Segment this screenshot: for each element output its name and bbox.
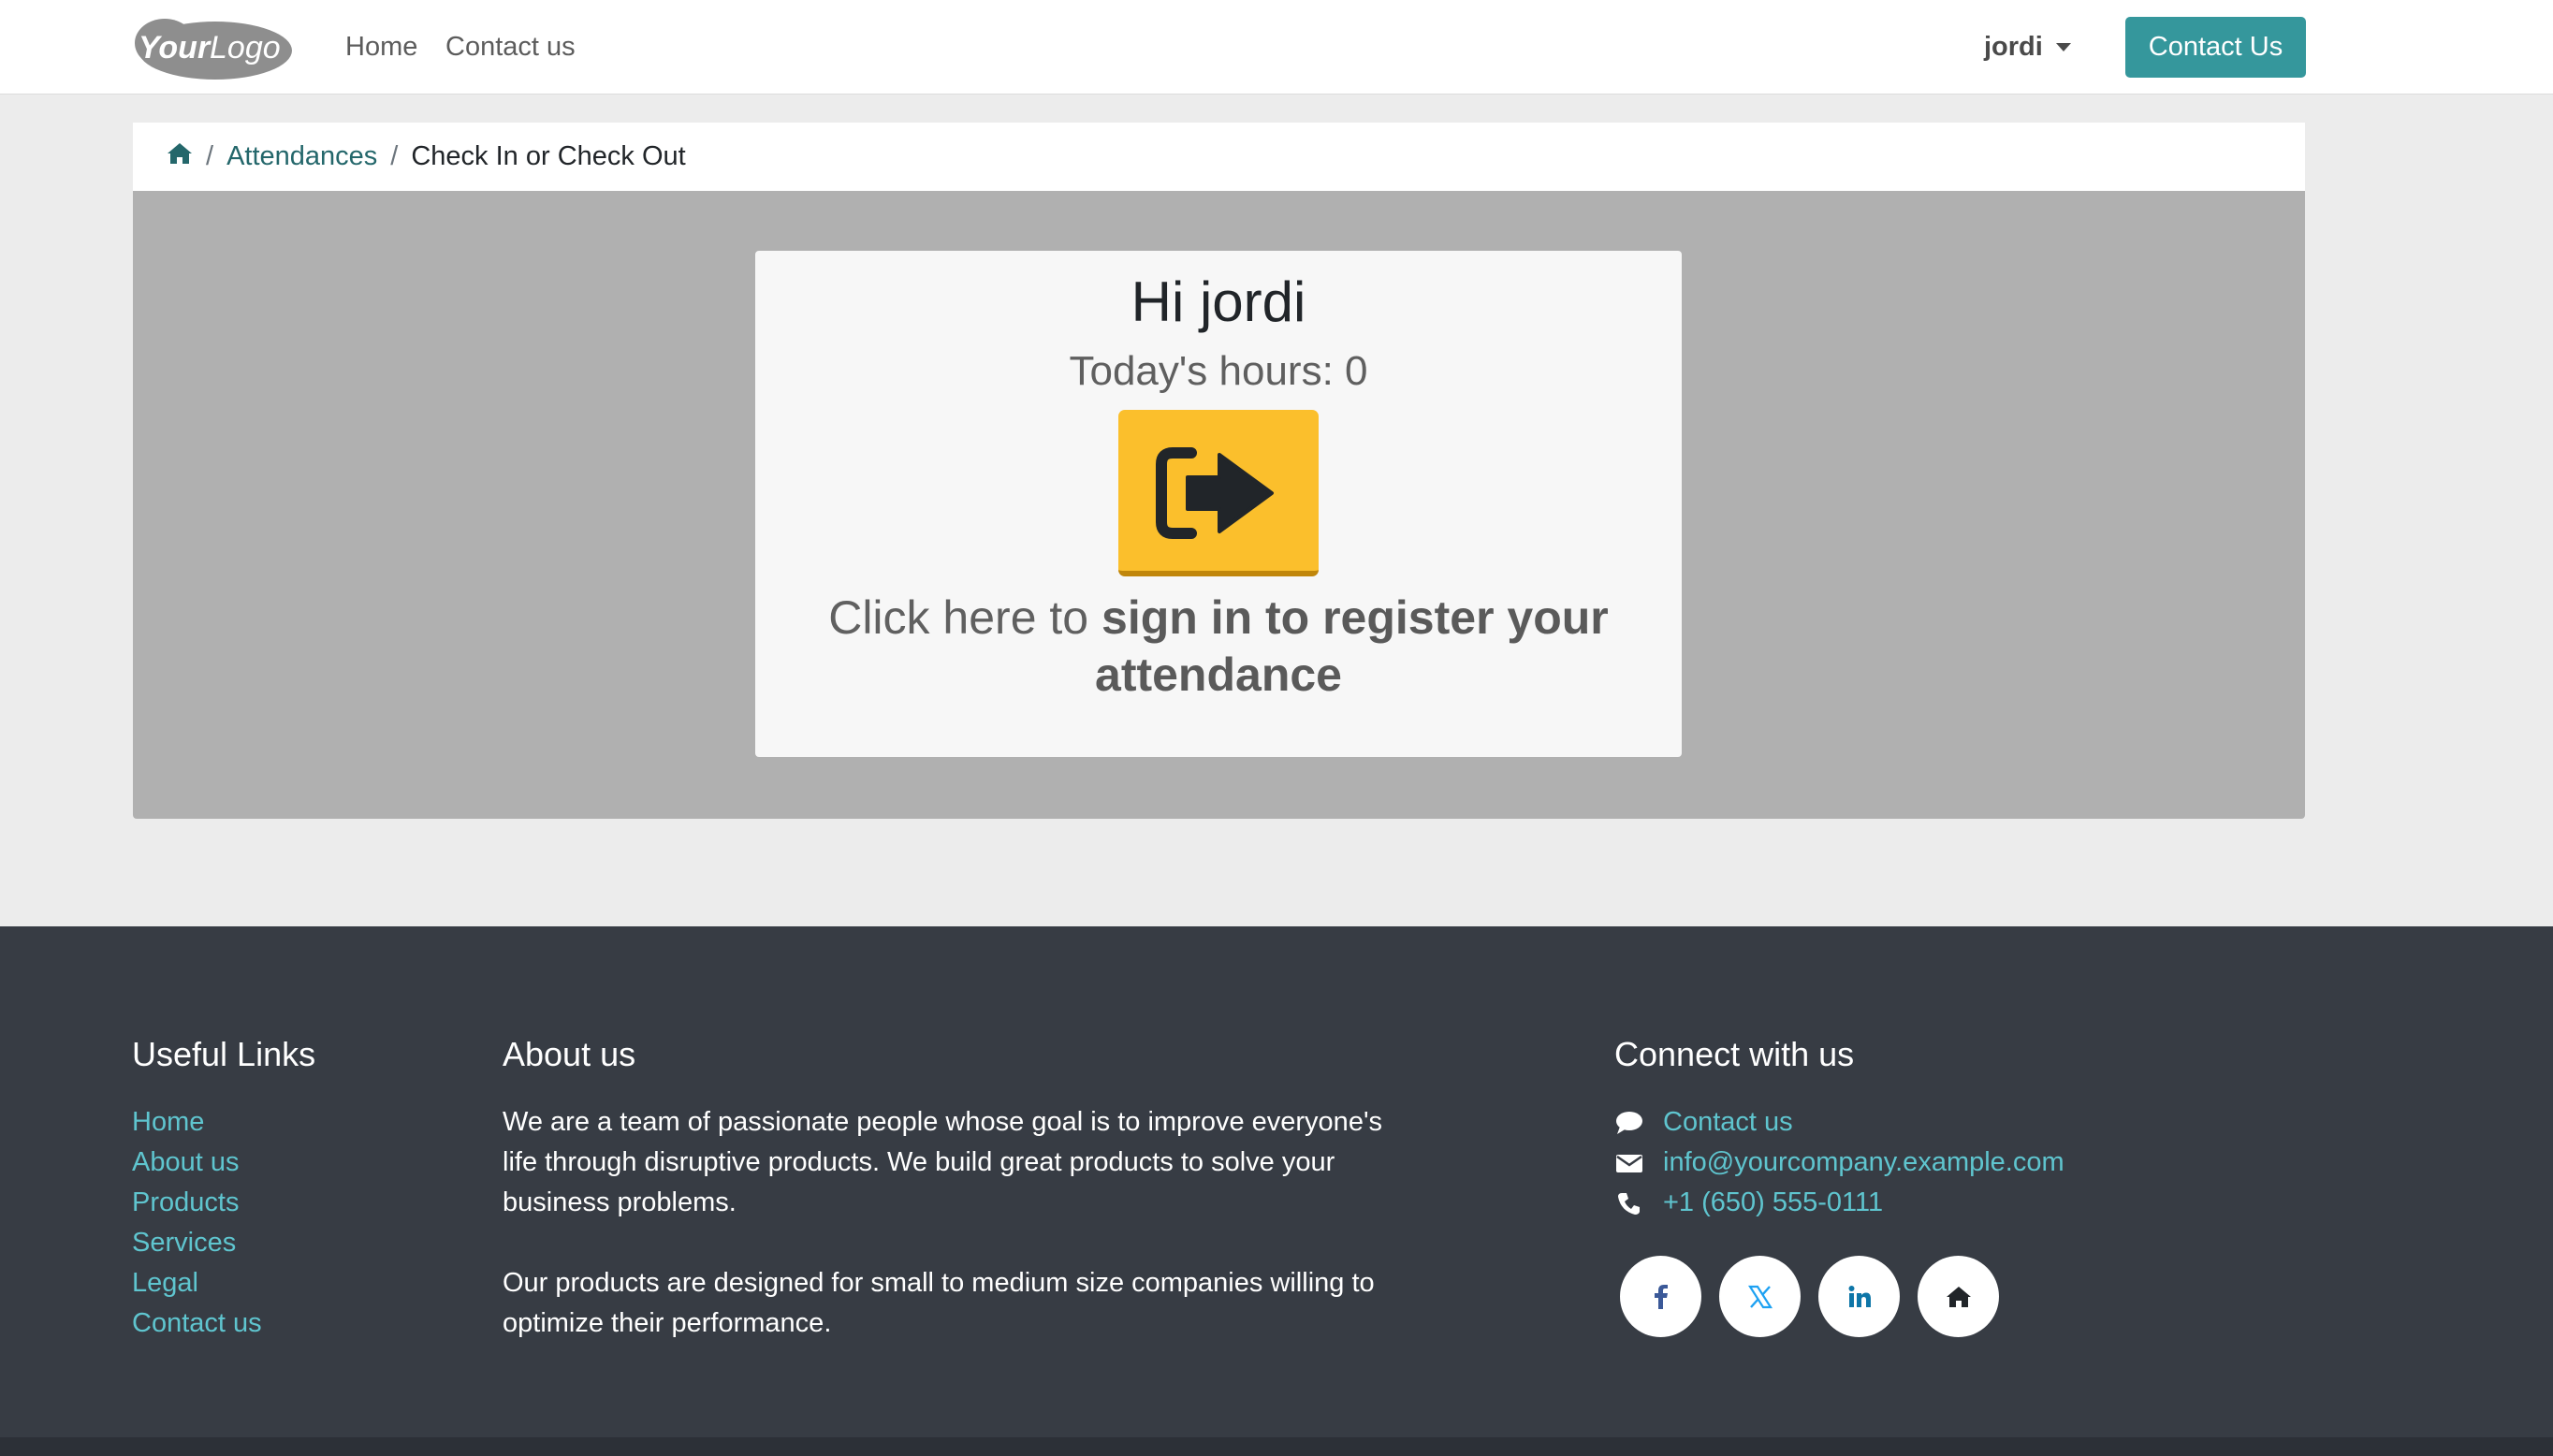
contact-us-link[interactable]: Contact us [1663, 1102, 1793, 1143]
footer-link-products[interactable]: Products [132, 1183, 262, 1223]
home-page-link[interactable] [1918, 1256, 1999, 1337]
footer-link-about[interactable]: About us [132, 1143, 262, 1183]
instruction-action: sign in to register your attendance [1095, 591, 1609, 701]
contact-list: Contact us info@yourcompany.example.com … [1614, 1102, 2064, 1223]
linkedin-icon [1848, 1285, 1871, 1307]
facebook-icon [1654, 1284, 1668, 1309]
attendance-card: Hi jordi Today's hours: 0 Click here to … [755, 251, 1682, 757]
about-paragraph: We are a team of passionate people whose… [503, 1107, 1382, 1217]
breadcrumb-separator: / [390, 141, 399, 171]
about-us-heading: About us [503, 1035, 636, 1073]
home-icon[interactable] [167, 141, 193, 173]
nav-home-link[interactable]: Home [345, 28, 417, 66]
x-twitter-link[interactable] [1719, 1256, 1801, 1337]
useful-links-heading: Useful Links [132, 1035, 316, 1073]
footer-link-contact[interactable]: Contact us [132, 1303, 262, 1344]
nav-contact-link[interactable]: Contact us [445, 28, 576, 66]
sign-in-icon [1156, 447, 1274, 539]
site-footer: Useful Links Home About us Products Serv… [0, 926, 2553, 1437]
company-logo[interactable]: Your Logo [131, 15, 292, 80]
check-in-instruction[interactable]: Click here to sign in to register your a… [811, 590, 1626, 704]
facebook-link[interactable] [1620, 1256, 1701, 1337]
breadcrumb: / Attendances / Check In or Check Out [133, 123, 2305, 191]
contact-item[interactable]: Contact us [1614, 1102, 2064, 1143]
footer-link-legal[interactable]: Legal [132, 1263, 262, 1303]
useful-links-list: Home About us Products Services Legal Co… [132, 1102, 262, 1344]
todays-hours: Today's hours: 0 [1069, 348, 1368, 394]
about-paragraph: Our products are designed for small to m… [503, 1268, 1375, 1338]
footer-link-services[interactable]: Services [132, 1223, 262, 1263]
home-icon [1946, 1286, 1971, 1307]
envelope-icon [1616, 1154, 1642, 1172]
check-in-button[interactable] [1118, 410, 1319, 576]
email-link[interactable]: info@yourcompany.example.com [1663, 1143, 2064, 1183]
contact-item[interactable]: +1 (650) 555-0111 [1614, 1183, 2064, 1223]
caret-down-icon [2055, 42, 2071, 51]
greeting-title: Hi jordi [1131, 270, 1306, 333]
x-twitter-icon [1747, 1285, 1773, 1308]
phone-icon [1618, 1192, 1640, 1215]
footer-bottom-bar [0, 1437, 2553, 1456]
about-us-text: We are a team of passionate people whose… [503, 1102, 1382, 1344]
breadcrumb-current: Check In or Check Out [411, 141, 686, 171]
social-links [1620, 1256, 2017, 1337]
linkedin-link[interactable] [1818, 1256, 1900, 1337]
connect-heading: Connect with us [1614, 1035, 1855, 1073]
contact-item[interactable]: info@yourcompany.example.com [1614, 1143, 2064, 1183]
svg-text:Logo: Logo [210, 30, 281, 66]
user-name: jordi [1984, 32, 2043, 62]
comment-icon [1616, 1111, 1642, 1134]
contact-us-button[interactable]: Contact Us [2125, 17, 2306, 78]
breadcrumb-attendances-link[interactable]: Attendances [226, 141, 377, 172]
logo-lettering: Your [139, 30, 212, 66]
phone-link[interactable]: +1 (650) 555-0111 [1663, 1183, 1883, 1223]
site-header: Your Logo Home Contact us jordi Contact … [0, 0, 2553, 95]
footer-link-home[interactable]: Home [132, 1102, 262, 1143]
breadcrumb-separator: / [206, 141, 214, 171]
instruction-prefix: Click here to [828, 591, 1089, 644]
user-menu-dropdown[interactable]: jordi [1984, 28, 2071, 66]
